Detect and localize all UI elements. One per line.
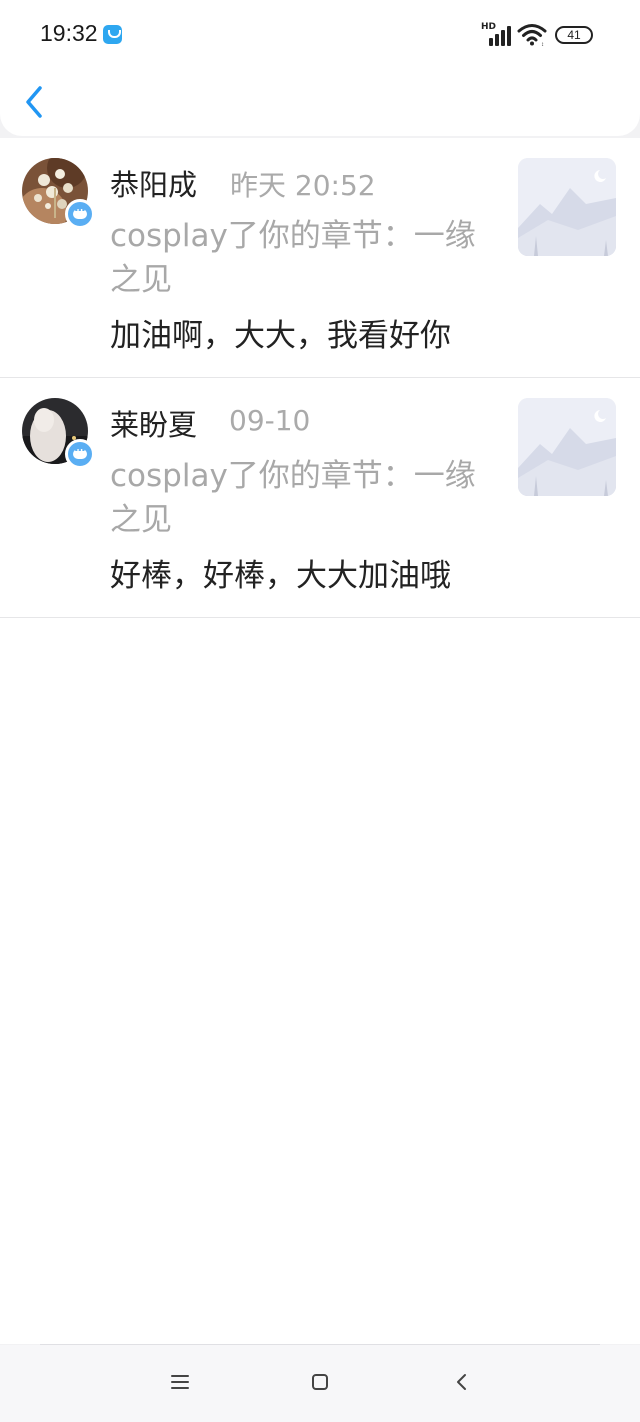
list-item[interactable]: 恭阳成 昨天 20:52 cosplay了你的章节：一缘之见 加油啊，大大，我看…: [0, 138, 640, 378]
list-item[interactable]: 莱盼夏 09-10 cosplay了你的章节：一缘之见 好棒，好棒，大大加油哦: [0, 378, 640, 618]
app-notification-icon: [103, 25, 122, 44]
back-icon[interactable]: [450, 1370, 474, 1394]
timestamp: 09-10: [229, 404, 311, 437]
status-bar: 19:32 HD ↕ 41: [0, 0, 640, 70]
user-name[interactable]: 恭阳成: [110, 162, 197, 204]
wifi-icon: ↕: [517, 24, 547, 46]
comment-badge-icon: [65, 439, 95, 469]
user-name[interactable]: 莱盼夏: [110, 402, 197, 444]
comment-text: 好棒，好棒，大大加油哦: [110, 558, 451, 594]
menu-icon[interactable]: [168, 1370, 192, 1394]
notification-list: 恭阳成 昨天 20:52 cosplay了你的章节：一缘之见 加油啊，大大，我看…: [0, 138, 640, 1344]
battery-indicator: 41: [555, 26, 593, 44]
timestamp: 昨天 20:52: [230, 169, 376, 202]
back-chevron-icon[interactable]: [18, 82, 54, 122]
placeholder-image-icon: [518, 158, 616, 256]
svg-text:↕: ↕: [541, 42, 544, 46]
status-time: 19:32: [40, 20, 98, 46]
placeholder-image-icon: [518, 398, 616, 496]
network-type-label: HD: [481, 22, 497, 32]
top-header-card: 19:32 HD ↕ 41: [0, 0, 640, 136]
chapter-thumbnail[interactable]: [518, 398, 616, 496]
comment-text: 加油啊，大大，我看好你: [110, 318, 451, 354]
comment-badge-icon: [65, 199, 95, 229]
home-icon[interactable]: [308, 1370, 332, 1394]
chapter-thumbnail[interactable]: [518, 158, 616, 256]
action-text: cosplay了你的章节：一缘之见: [110, 218, 476, 298]
action-text: cosplay了你的章节：一缘之见: [110, 458, 476, 538]
cellular-signal-icon: HD: [481, 22, 511, 46]
